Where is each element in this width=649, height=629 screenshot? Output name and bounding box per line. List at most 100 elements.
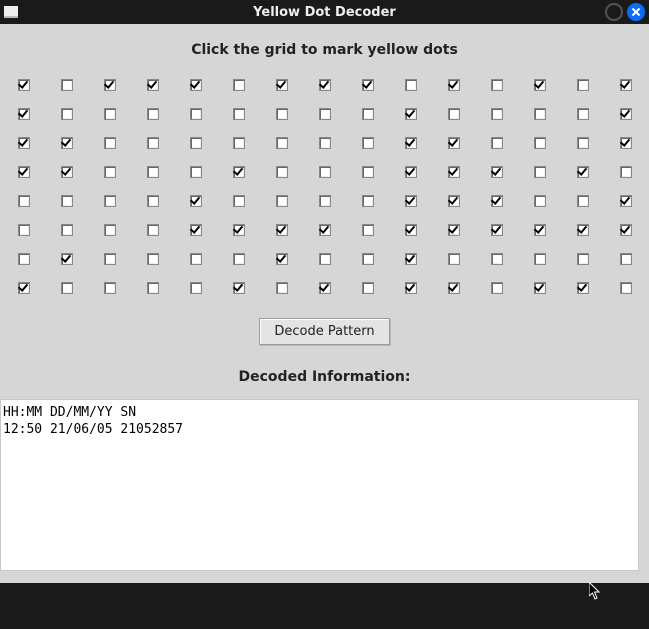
grid-checkbox[interactable] — [233, 253, 245, 265]
grid-checkbox[interactable] — [276, 108, 288, 120]
grid-checkbox[interactable] — [61, 108, 73, 120]
grid-checkbox[interactable] — [276, 137, 288, 149]
grid-checkbox[interactable] — [362, 282, 374, 294]
grid-checkbox[interactable] — [61, 79, 73, 91]
grid-checkbox[interactable] — [18, 253, 30, 265]
grid-checkbox[interactable] — [362, 79, 374, 91]
grid-checkbox[interactable] — [276, 79, 288, 91]
grid-checkbox[interactable] — [233, 195, 245, 207]
grid-checkbox[interactable] — [491, 108, 503, 120]
grid-checkbox[interactable] — [18, 282, 30, 294]
grid-checkbox[interactable] — [18, 108, 30, 120]
grid-checkbox[interactable] — [448, 166, 460, 178]
grid-checkbox[interactable] — [147, 224, 159, 236]
close-button[interactable] — [627, 3, 645, 21]
grid-checkbox[interactable] — [233, 224, 245, 236]
grid-checkbox[interactable] — [620, 137, 632, 149]
grid-checkbox[interactable] — [190, 79, 202, 91]
grid-checkbox[interactable] — [104, 195, 116, 207]
grid-checkbox[interactable] — [147, 166, 159, 178]
grid-checkbox[interactable] — [491, 195, 503, 207]
grid-checkbox[interactable] — [276, 253, 288, 265]
grid-checkbox[interactable] — [319, 79, 331, 91]
minimize-button[interactable] — [605, 3, 623, 21]
grid-checkbox[interactable] — [491, 282, 503, 294]
grid-checkbox[interactable] — [147, 253, 159, 265]
grid-checkbox[interactable] — [362, 137, 374, 149]
grid-checkbox[interactable] — [534, 195, 546, 207]
grid-checkbox[interactable] — [18, 195, 30, 207]
grid-checkbox[interactable] — [448, 282, 460, 294]
grid-checkbox[interactable] — [233, 137, 245, 149]
grid-checkbox[interactable] — [620, 195, 632, 207]
grid-checkbox[interactable] — [233, 79, 245, 91]
grid-checkbox[interactable] — [190, 224, 202, 236]
grid-checkbox[interactable] — [448, 224, 460, 236]
grid-checkbox[interactable] — [577, 253, 589, 265]
grid-checkbox[interactable] — [319, 166, 331, 178]
grid-checkbox[interactable] — [18, 137, 30, 149]
grid-checkbox[interactable] — [620, 253, 632, 265]
grid-checkbox[interactable] — [61, 282, 73, 294]
grid-checkbox[interactable] — [147, 282, 159, 294]
grid-checkbox[interactable] — [405, 108, 417, 120]
grid-checkbox[interactable] — [534, 224, 546, 236]
grid-checkbox[interactable] — [577, 137, 589, 149]
grid-checkbox[interactable] — [362, 166, 374, 178]
grid-checkbox[interactable] — [233, 166, 245, 178]
grid-checkbox[interactable] — [620, 224, 632, 236]
grid-checkbox[interactable] — [190, 195, 202, 207]
grid-checkbox[interactable] — [534, 108, 546, 120]
grid-checkbox[interactable] — [534, 79, 546, 91]
grid-checkbox[interactable] — [18, 166, 30, 178]
grid-checkbox[interactable] — [190, 108, 202, 120]
grid-checkbox[interactable] — [491, 79, 503, 91]
grid-checkbox[interactable] — [491, 137, 503, 149]
grid-checkbox[interactable] — [405, 224, 417, 236]
grid-checkbox[interactable] — [319, 282, 331, 294]
grid-checkbox[interactable] — [620, 79, 632, 91]
grid-checkbox[interactable] — [491, 253, 503, 265]
grid-checkbox[interactable] — [448, 137, 460, 149]
grid-checkbox[interactable] — [190, 137, 202, 149]
grid-checkbox[interactable] — [190, 282, 202, 294]
grid-checkbox[interactable] — [61, 224, 73, 236]
grid-checkbox[interactable] — [319, 137, 331, 149]
grid-checkbox[interactable] — [448, 253, 460, 265]
grid-checkbox[interactable] — [405, 195, 417, 207]
grid-checkbox[interactable] — [577, 108, 589, 120]
grid-checkbox[interactable] — [577, 282, 589, 294]
grid-checkbox[interactable] — [18, 224, 30, 236]
grid-checkbox[interactable] — [362, 195, 374, 207]
grid-checkbox[interactable] — [319, 195, 331, 207]
grid-checkbox[interactable] — [577, 79, 589, 91]
grid-checkbox[interactable] — [104, 224, 116, 236]
grid-checkbox[interactable] — [104, 137, 116, 149]
grid-checkbox[interactable] — [104, 282, 116, 294]
grid-checkbox[interactable] — [61, 166, 73, 178]
grid-checkbox[interactable] — [534, 137, 546, 149]
grid-checkbox[interactable] — [405, 166, 417, 178]
grid-checkbox[interactable] — [448, 195, 460, 207]
grid-checkbox[interactable] — [534, 166, 546, 178]
grid-checkbox[interactable] — [147, 137, 159, 149]
grid-checkbox[interactable] — [448, 108, 460, 120]
grid-checkbox[interactable] — [61, 253, 73, 265]
grid-checkbox[interactable] — [620, 282, 632, 294]
grid-checkbox[interactable] — [534, 282, 546, 294]
grid-checkbox[interactable] — [61, 137, 73, 149]
grid-checkbox[interactable] — [276, 166, 288, 178]
grid-checkbox[interactable] — [319, 224, 331, 236]
grid-checkbox[interactable] — [233, 282, 245, 294]
grid-checkbox[interactable] — [620, 166, 632, 178]
grid-checkbox[interactable] — [18, 79, 30, 91]
output-textarea[interactable]: HH:MM DD/MM/YY SN 12:50 21/06/05 2105285… — [0, 399, 639, 571]
grid-checkbox[interactable] — [491, 224, 503, 236]
grid-checkbox[interactable] — [448, 79, 460, 91]
grid-checkbox[interactable] — [319, 108, 331, 120]
grid-checkbox[interactable] — [491, 166, 503, 178]
grid-checkbox[interactable] — [534, 253, 546, 265]
grid-checkbox[interactable] — [362, 253, 374, 265]
grid-checkbox[interactable] — [405, 79, 417, 91]
grid-checkbox[interactable] — [190, 166, 202, 178]
